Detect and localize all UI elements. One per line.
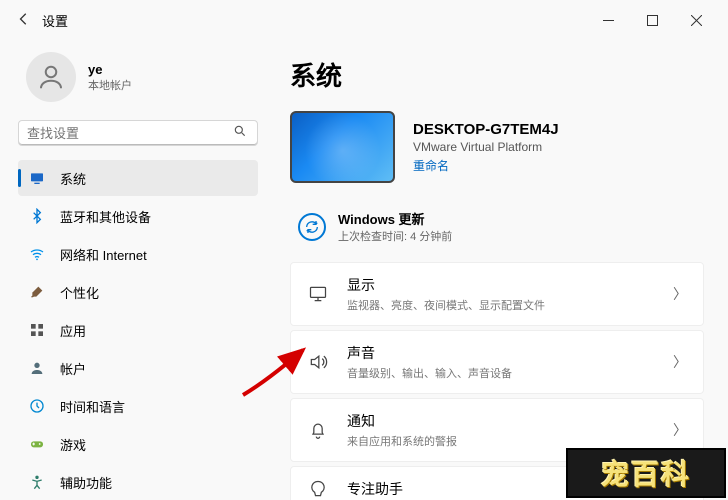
- nav-item-personalization[interactable]: 个性化: [18, 274, 258, 310]
- nav-item-accessibility[interactable]: 辅助功能: [18, 464, 258, 500]
- content: 系统 DESKTOP-G7TEM4J VMware Virtual Platfo…: [270, 40, 728, 500]
- card-display[interactable]: 显示 监视器、亮度、夜间模式、显示配置文件 〉: [290, 262, 704, 326]
- nav-item-time-language[interactable]: 时间和语言: [18, 388, 258, 424]
- profile-sub: 本地帐户: [88, 77, 132, 93]
- nav-label: 应用: [60, 321, 86, 340]
- device-thumbnail: [290, 111, 395, 183]
- search-icon: [231, 124, 249, 143]
- nav-item-network[interactable]: 网络和 Internet: [18, 236, 258, 272]
- minimize-button[interactable]: [586, 4, 630, 36]
- update-sub: 上次检查时间: 4 分钟前: [338, 228, 452, 244]
- close-button[interactable]: [674, 4, 718, 36]
- card-title: 通知: [347, 411, 655, 431]
- clock-icon: [28, 397, 46, 415]
- device-platform: VMware Virtual Platform: [413, 140, 559, 154]
- apps-icon: [28, 321, 46, 339]
- body: ye 本地帐户 系统 蓝牙和其他设备: [0, 40, 728, 500]
- nav-item-gaming[interactable]: 游戏: [18, 426, 258, 462]
- nav-label: 个性化: [60, 283, 99, 302]
- card-sound[interactable]: 声音 音量级别、输出、输入、声音设备 〉: [290, 330, 704, 394]
- card-title: 声音: [347, 343, 655, 363]
- chevron-right-icon: 〉: [673, 352, 687, 372]
- display-icon: [307, 284, 329, 304]
- window-title: 设置: [42, 11, 68, 30]
- rename-link[interactable]: 重命名: [413, 157, 559, 174]
- brush-icon: [28, 283, 46, 301]
- sidebar: ye 本地帐户 系统 蓝牙和其他设备: [0, 40, 270, 500]
- nav-label: 辅助功能: [60, 473, 112, 492]
- nav-item-accounts[interactable]: 帐户: [18, 350, 258, 386]
- chevron-right-icon: 〉: [673, 284, 687, 304]
- nav-item-system[interactable]: 系统: [18, 160, 258, 196]
- search-input[interactable]: [27, 126, 231, 141]
- chevron-right-icon: 〉: [673, 420, 687, 440]
- profile-name: ye: [88, 62, 132, 77]
- update-title: Windows 更新: [338, 209, 452, 228]
- windows-update-row[interactable]: Windows 更新 上次检查时间: 4 分钟前: [290, 203, 704, 262]
- device-name: DESKTOP-G7TEM4J: [413, 121, 559, 138]
- avatar: [26, 52, 76, 102]
- profile-block[interactable]: ye 本地帐户: [18, 44, 258, 120]
- nav-label: 帐户: [60, 359, 86, 378]
- maximize-button[interactable]: [630, 4, 674, 36]
- system-icon: [28, 169, 46, 187]
- bluetooth-icon: [28, 207, 46, 225]
- nav-label: 时间和语言: [60, 397, 125, 416]
- card-sub: 音量级别、输出、输入、声音设备: [347, 365, 655, 381]
- card-sub: 来自应用和系统的警报: [347, 433, 655, 449]
- update-icon: [298, 213, 326, 241]
- device-block: DESKTOP-G7TEM4J VMware Virtual Platform …: [290, 111, 704, 183]
- nav-label: 系统: [60, 169, 86, 188]
- card-sub: 监视器、亮度、夜间模式、显示配置文件: [347, 297, 655, 313]
- focus-icon: [307, 479, 329, 499]
- page-heading: 系统: [290, 56, 704, 93]
- search-box[interactable]: [18, 120, 258, 146]
- wifi-icon: [28, 245, 46, 263]
- nav-label: 蓝牙和其他设备: [60, 207, 151, 226]
- bell-icon: [307, 420, 329, 440]
- back-button[interactable]: [10, 12, 38, 29]
- sound-icon: [307, 352, 329, 372]
- nav-label: 游戏: [60, 435, 86, 454]
- nav-item-apps[interactable]: 应用: [18, 312, 258, 348]
- card-title: 显示: [347, 275, 655, 295]
- settings-window: 设置 ye 本地帐户: [0, 0, 728, 500]
- nav-label: 网络和 Internet: [60, 245, 147, 264]
- nav-list: 系统 蓝牙和其他设备 网络和 Internet 个性化 应用: [18, 160, 258, 500]
- game-icon: [28, 435, 46, 453]
- titlebar: 设置: [0, 0, 728, 40]
- nav-item-bluetooth[interactable]: 蓝牙和其他设备: [18, 198, 258, 234]
- accessibility-icon: [28, 473, 46, 491]
- account-icon: [28, 359, 46, 377]
- watermark: 宠百科: [566, 448, 726, 498]
